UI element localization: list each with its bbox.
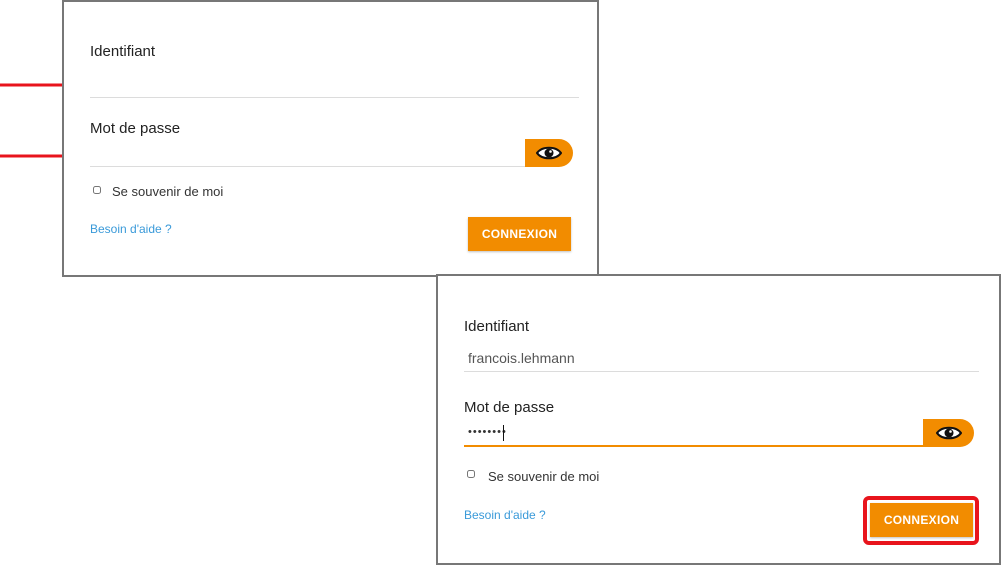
identifier-input[interactable] (464, 344, 979, 372)
password-input[interactable] (90, 139, 525, 167)
login-button[interactable]: CONNEXION (468, 217, 571, 251)
remember-me-checkbox[interactable] (467, 470, 475, 478)
show-password-button[interactable] (923, 419, 974, 447)
login-form-filled: Identifiant Mot de passe Se souvenir de … (436, 274, 1001, 565)
password-input[interactable] (464, 419, 923, 447)
eye-icon (536, 146, 562, 160)
help-link[interactable]: Besoin d'aide ? (464, 508, 546, 522)
password-label: Mot de passe (464, 399, 555, 416)
help-link[interactable]: Besoin d'aide ? (90, 222, 172, 236)
text-caret (503, 425, 504, 441)
eye-icon (935, 426, 962, 440)
identifier-label: Identifiant (90, 43, 156, 60)
password-label: Mot de passe (90, 120, 181, 137)
identifier-label: Identifiant (464, 318, 530, 335)
remember-me-label: Se souvenir de moi (488, 469, 600, 484)
login-button[interactable]: CONNEXION (870, 503, 973, 537)
remember-me-label: Se souvenir de moi (112, 184, 224, 199)
show-password-button[interactable] (525, 139, 573, 167)
login-form-empty: Identifiant Mot de passe Se souvenir de … (62, 0, 599, 277)
remember-me-checkbox[interactable] (93, 186, 101, 194)
identifier-input[interactable] (90, 70, 579, 98)
